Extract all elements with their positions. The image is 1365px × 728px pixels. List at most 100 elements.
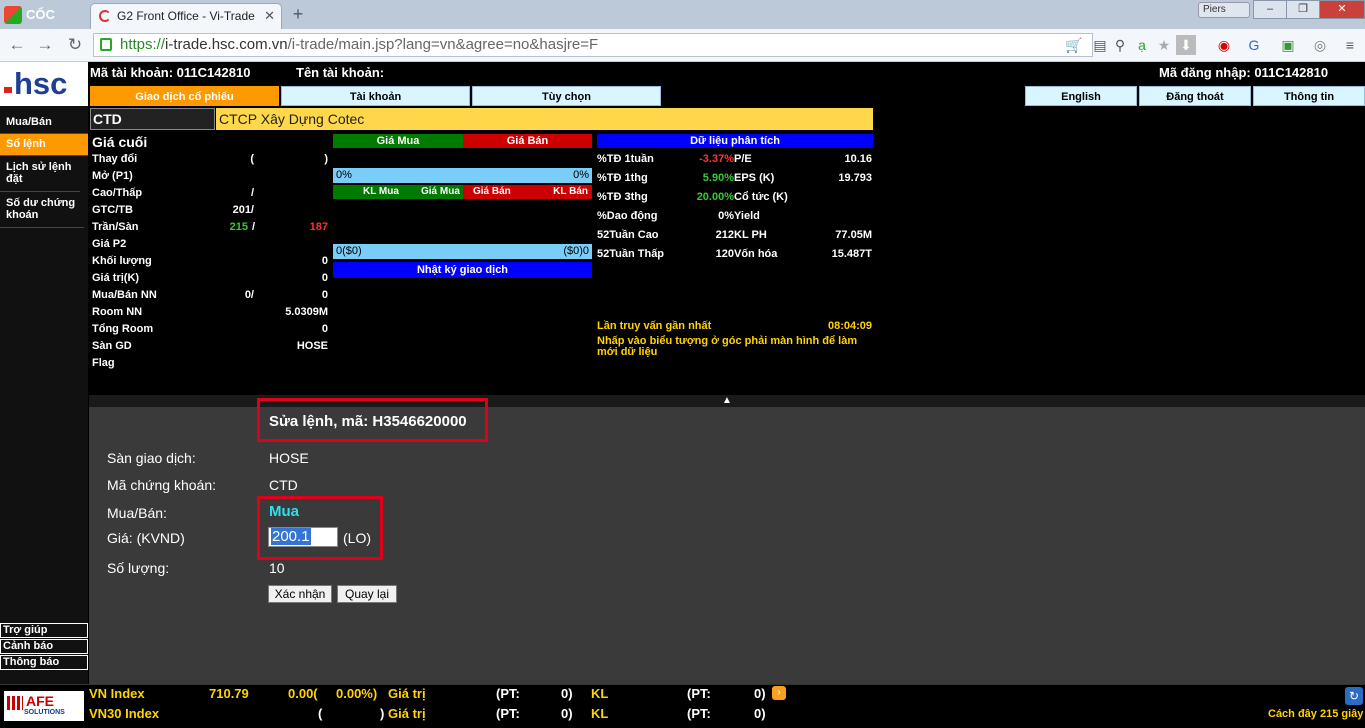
page-icon[interactable]: ▤ <box>1090 35 1110 55</box>
analysis-value: 5.90% <box>702 172 734 184</box>
confirm-button-label: Xác nhận <box>274 587 326 601</box>
collapse-up-icon[interactable]: ▲ <box>722 395 732 407</box>
hsc-logo: hsc <box>0 62 88 106</box>
analysis-label: %Dao động <box>597 210 658 222</box>
logo-dots-icon <box>4 87 12 93</box>
symbol-code-input[interactable]: CTD <box>90 108 215 130</box>
analysis-label: P/E <box>734 153 752 165</box>
sidebar-item-order-book[interactable]: Sổ lệnh <box>0 134 88 156</box>
back-arrow-icon[interactable]: ← <box>6 35 28 55</box>
translate-icon[interactable]: G <box>1244 35 1264 55</box>
tab-options-label: Tùy chọn <box>542 91 591 103</box>
vn-index-value: 710.79 <box>209 686 249 701</box>
price-type: (LO) <box>343 530 371 546</box>
window-close-button[interactable]: ✕ <box>1319 0 1365 19</box>
side-label: Mua/Bán: <box>107 505 167 521</box>
sidebar-alerts[interactable]: Cảnh báo <box>0 639 88 654</box>
spell-icon[interactable]: ạ <box>1132 35 1152 55</box>
sell-price-header: Giá Bán <box>463 134 592 148</box>
tab-english[interactable]: English <box>1025 86 1137 106</box>
price-input[interactable]: 200.1 <box>268 527 338 547</box>
index-ticker: AFE SOLUTIONS VN Index 710.79 0.00( 0.00… <box>0 684 1365 728</box>
afe-logo-text: AFE <box>26 693 54 709</box>
sidebar-item-buy-sell[interactable]: Mua/Bán <box>0 112 88 134</box>
detail-value: 201/ <box>232 204 254 216</box>
reload-icon[interactable]: ↻ <box>64 35 86 55</box>
tab-options[interactable]: Tùy chọn <box>472 86 661 106</box>
extension-icon[interactable]: ▣ <box>1278 35 1298 55</box>
tab-stock-trading[interactable]: Giao dịch cổ phiếu <box>90 86 279 106</box>
opera-icon[interactable]: ◉ <box>1214 35 1234 55</box>
menu-icon[interactable]: ≡ <box>1340 35 1360 55</box>
pt-label: (PT: <box>496 706 520 721</box>
url-protocol: https:// <box>120 36 166 53</box>
edit-order-panel: Sửa lệnh, mã: H3546620000 Sàn giao dịch:… <box>89 398 1365 684</box>
detail-value: 0 <box>321 255 328 267</box>
account-name: Tên tài khoản: <box>296 65 385 80</box>
lock-icon <box>100 38 112 51</box>
ceiling-price: 215 <box>229 221 248 233</box>
browser-brand[interactable]: CỐC CỐC <box>2 4 86 44</box>
tab-logout[interactable]: Đăng thoát <box>1139 86 1251 106</box>
ticker-next-icon[interactable]: › <box>772 686 786 700</box>
download-icon[interactable]: ⬇ <box>1176 35 1196 55</box>
analysis-label: %TĐ 3thg <box>597 191 648 203</box>
sell-price-header-text: Giá Bán <box>506 135 549 147</box>
analysis-label: KL PH <box>734 229 767 241</box>
pt-value: 0) <box>754 706 766 721</box>
value-label: Giá trị <box>388 706 426 721</box>
tab-info[interactable]: Thông tin <box>1253 86 1365 106</box>
url-host: i-trade.hsc.com.vn <box>165 36 288 53</box>
sidebar-help[interactable]: Trợ giúp <box>0 623 88 638</box>
loading-icon <box>99 10 111 22</box>
pt-value: 0) <box>754 686 766 701</box>
symbol-code: CTD <box>93 111 122 127</box>
cart-icon[interactable]: 🛒 <box>1064 35 1084 55</box>
col-buy-vol: KL Mua <box>363 186 399 197</box>
buy-columns: KL Mua Giá Mua <box>333 185 463 199</box>
exchange-value: HOSE <box>269 450 309 466</box>
sidebar-item-order-history[interactable]: Lịch sử lệnh đặt <box>0 158 80 192</box>
trade-journal-label: Nhật ký giao dịch <box>416 264 509 276</box>
tab-stock-trading-label: Giao dịch cổ phiếu <box>135 91 234 103</box>
analysis-value: 10.16 <box>844 153 872 165</box>
back-button[interactable]: Quay lại <box>337 585 397 603</box>
analysis-value: 212 <box>715 229 734 241</box>
tab-logout-label: Đăng thoát <box>1166 91 1224 103</box>
new-tab-button[interactable]: + <box>287 4 309 24</box>
tab-info-label: Thông tin <box>1283 91 1335 103</box>
detail-value: 0 <box>321 323 328 335</box>
analysis-label: 52Tuần Thấp <box>597 248 665 260</box>
sidebar-notices[interactable]: Thông báo <box>0 655 88 670</box>
updated-ago: Cách đây 215 giây <box>1268 708 1364 720</box>
trade-journal-button[interactable]: Nhật ký giao dịch <box>333 262 592 278</box>
address-bar[interactable]: https://i-trade.hsc.com.vn/i-trade/main.… <box>93 33 1093 57</box>
detail-value: / <box>250 187 254 199</box>
star-icon[interactable]: ★ <box>1154 35 1174 55</box>
refresh-icon[interactable]: ↻ <box>1345 687 1363 705</box>
browser-tab[interactable]: G2 Front Office - Vi-Trade ✕ <box>90 3 282 29</box>
afe-logo-sub: SOLUTIONS <box>24 709 65 716</box>
minimize-button[interactable]: – <box>1253 0 1287 19</box>
bulb-icon[interactable]: ◎ <box>1310 35 1330 55</box>
url-path: /i-trade/main.jsp?lang=vn&agree=no&hasjr… <box>287 36 599 53</box>
confirm-button[interactable]: Xác nhận <box>268 585 332 603</box>
detail-label: Cao/Thấp <box>92 187 143 199</box>
symbol-label: Mã chứng khoán: <box>107 477 216 493</box>
forward-arrow-icon[interactable]: → <box>34 35 56 55</box>
maximize-button[interactable]: ❐ <box>1286 0 1320 19</box>
sidebar-item-securities-balance[interactable]: Số dư chứng khoán <box>0 194 84 228</box>
analysis-value: 120 <box>715 248 734 260</box>
pt-value: 0) <box>561 686 573 701</box>
quantity-value: 10 <box>269 560 285 576</box>
detail-label: Mở (P1) <box>92 170 133 182</box>
main-menu: Giao dịch cổ phiếu Tài khoản Tùy chọn En… <box>88 86 1365 106</box>
detail-label: Tổng Room <box>92 323 154 335</box>
tab-account[interactable]: Tài khoản <box>281 86 470 106</box>
tab-close-icon[interactable]: ✕ <box>264 4 275 28</box>
profile-button[interactable]: Piers <box>1198 2 1250 18</box>
analysis-label: %TĐ 1tuần <box>597 153 654 165</box>
symbol-value: CTD <box>269 477 298 493</box>
zoom-icon[interactable]: ⚲ <box>1110 35 1130 55</box>
refresh-hint: Nhấp vào biểu tượng ở góc phải màn hình … <box>597 335 858 358</box>
